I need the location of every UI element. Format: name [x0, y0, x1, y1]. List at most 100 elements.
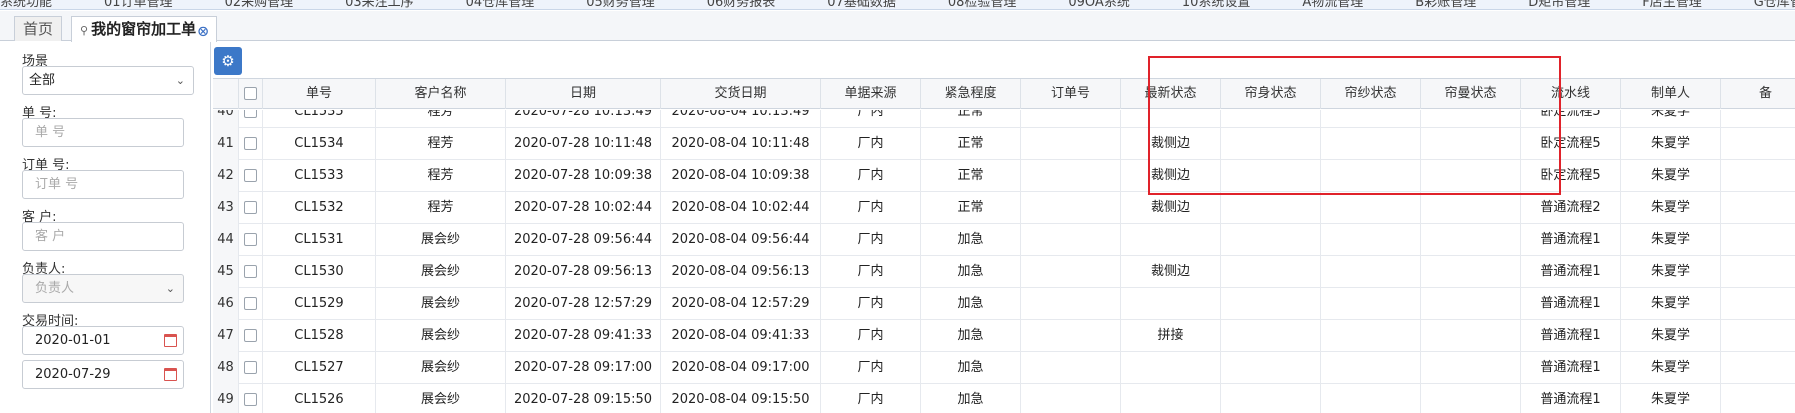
top-menu-item[interactable]: 03采注工序	[345, 0, 414, 9]
table-row[interactable]: 48 CL1527 展会纱 2020-07-28 09:17:00 2020-08-04…	[213, 352, 1795, 384]
row-checkbox-cell[interactable]	[239, 384, 263, 413]
order-no-input[interactable]: 单 号	[22, 118, 184, 147]
table-row[interactable]: 42 CL1533 程芳 2020-07-28 10:09:38 2020-08-04 …	[213, 160, 1795, 192]
top-menu-item[interactable]: 01订单管理	[104, 0, 173, 9]
top-menu-item[interactable]: 08检验管理	[948, 0, 1017, 9]
header-source[interactable]: 单据来源	[821, 79, 921, 109]
date-to-input[interactable]: 2020-07-29	[22, 360, 184, 389]
top-menu-item[interactable]: B彩账管理	[1415, 0, 1476, 9]
top-menu-item[interactable]: 02采购管理	[225, 0, 294, 9]
table-row[interactable]: 41 CL1534 程芳 2020-07-28 10:11:48 2020-08-04 …	[213, 128, 1795, 160]
header-body-status[interactable]: 帘身状态	[1221, 79, 1321, 109]
header-order-number[interactable]: 订单号	[1021, 79, 1121, 109]
top-menu-item[interactable]: 10系统设置	[1182, 0, 1251, 9]
row-checkbox[interactable]	[244, 297, 257, 310]
row-checkbox-cell[interactable]	[239, 160, 263, 192]
cell-source: 厂内	[821, 352, 921, 384]
row-checkbox[interactable]	[244, 329, 257, 342]
cell-gauze-status	[1321, 110, 1421, 128]
cell-date: 2020-07-28 09:15:50	[506, 384, 661, 413]
header-latest-status[interactable]: 最新状态	[1121, 79, 1221, 109]
top-menu-item[interactable]: G仓库管理	[1754, 0, 1795, 9]
table-row[interactable]: 45 CL1530 展会纱 2020-07-28 09:56:13 2020-08-04…	[213, 256, 1795, 288]
row-number: 46	[213, 288, 239, 320]
header-remark[interactable]: 备	[1721, 79, 1795, 109]
header-customer[interactable]: 客户名称	[376, 79, 506, 109]
cell-date: 2020-07-28 10:11:48	[506, 128, 661, 160]
tab-curtain-orders[interactable]: ⚲ 我的窗帘加工单 ⨂	[71, 16, 218, 42]
row-checkbox-cell[interactable]	[239, 288, 263, 320]
cell-latest-status	[1121, 288, 1221, 320]
table-row[interactable]: 40 CL1535 程芳 2020-07-28 10:13:49 2020-08-04 …	[213, 110, 1795, 128]
order-grid: 单号 客户名称 日期 交货日期 单据来源 紧急程度 订单号 最新状态 帘身状态 …	[213, 78, 1795, 413]
top-menu-item[interactable]: 09OA系统	[1068, 0, 1129, 9]
top-menu-item[interactable]: 07基础数据	[827, 0, 896, 9]
header-gauze-status[interactable]: 帘纱状态	[1321, 79, 1421, 109]
row-checkbox[interactable]	[244, 137, 257, 150]
header-order-no[interactable]: 单号	[263, 79, 376, 109]
row-checkbox-cell[interactable]	[239, 110, 263, 128]
cell-valance-status	[1421, 224, 1521, 256]
order-num-input[interactable]: 订单 号	[22, 170, 184, 199]
select-all-checkbox[interactable]	[244, 87, 257, 100]
top-menu-item[interactable]: D矩帘管理	[1528, 0, 1590, 9]
table-row[interactable]: 46 CL1529 展会纱 2020-07-28 12:57:29 2020-08-04…	[213, 288, 1795, 320]
cell-source: 厂内	[821, 224, 921, 256]
grid-header: 单号 客户名称 日期 交货日期 单据来源 紧急程度 订单号 最新状态 帘身状态 …	[213, 79, 1795, 109]
cell-latest-status	[1121, 352, 1221, 384]
cell-delivery-date: 2020-08-04 09:56:44	[661, 224, 821, 256]
header-creator[interactable]: 制单人	[1621, 79, 1721, 109]
row-checkbox-cell[interactable]	[239, 256, 263, 288]
close-icon[interactable]: ⨂	[198, 26, 208, 37]
top-menu-item[interactable]: A物流管理	[1302, 0, 1363, 9]
row-checkbox-cell[interactable]	[239, 320, 263, 352]
tab-home[interactable]: 首页	[14, 16, 63, 41]
cell-source: 厂内	[821, 384, 921, 413]
row-checkbox-cell[interactable]	[239, 192, 263, 224]
table-row[interactable]: 47 CL1528 展会纱 2020-07-28 09:41:33 2020-08-04…	[213, 320, 1795, 352]
row-checkbox-cell[interactable]	[239, 352, 263, 384]
row-checkbox[interactable]	[244, 201, 257, 214]
header-delivery-date[interactable]: 交货日期	[661, 79, 821, 109]
row-checkbox[interactable]	[244, 361, 257, 374]
header-date[interactable]: 日期	[506, 79, 661, 109]
row-checkbox-cell[interactable]	[239, 224, 263, 256]
manager-select[interactable]: 负责人 ⌄	[22, 274, 184, 303]
cell-valance-status	[1421, 256, 1521, 288]
calendar-icon[interactable]	[164, 334, 177, 347]
cell-order-number	[1021, 352, 1121, 384]
cell-order-number	[1021, 160, 1121, 192]
top-menu-item[interactable]: 06财务报表	[707, 0, 776, 9]
row-checkbox-cell[interactable]	[239, 128, 263, 160]
cell-order-number	[1021, 384, 1121, 413]
header-select-all[interactable]	[239, 79, 263, 109]
cell-date: 2020-07-28 12:57:29	[506, 288, 661, 320]
row-checkbox[interactable]	[244, 265, 257, 278]
header-production-line[interactable]: 流水线	[1521, 79, 1621, 109]
table-row[interactable]: 49 CL1526 展会纱 2020-07-28 09:15:50 2020-08-04…	[213, 384, 1795, 413]
cell-latest-status: 裁侧边	[1121, 128, 1221, 160]
table-row[interactable]: 43 CL1532 程芳 2020-07-28 10:02:44 2020-08-04 …	[213, 192, 1795, 224]
cell-order-number	[1021, 320, 1121, 352]
scene-select[interactable]: 全部 ⌄	[22, 66, 194, 95]
cell-body-status	[1221, 224, 1321, 256]
row-checkbox[interactable]	[244, 110, 257, 118]
cell-date: 2020-07-28 10:02:44	[506, 192, 661, 224]
cell-body-status	[1221, 352, 1321, 384]
header-valance-status[interactable]: 帘曼状态	[1421, 79, 1521, 109]
cell-latest-status: 拼接	[1121, 320, 1221, 352]
row-checkbox[interactable]	[244, 393, 257, 406]
customer-input[interactable]: 客 户	[22, 222, 184, 251]
cell-source: 厂内	[821, 320, 921, 352]
date-from-input[interactable]: 2020-01-01	[22, 326, 184, 355]
calendar-icon[interactable]	[164, 368, 177, 381]
row-checkbox[interactable]	[244, 233, 257, 246]
header-urgency[interactable]: 紧急程度	[921, 79, 1021, 109]
top-menu-item[interactable]: F店主管理	[1642, 0, 1701, 9]
row-checkbox[interactable]	[244, 169, 257, 182]
settings-button[interactable]: ⚙	[214, 47, 242, 75]
top-menu-item[interactable]: 系统功能	[0, 0, 52, 9]
table-row[interactable]: 44 CL1531 展会纱 2020-07-28 09:56:44 2020-08-04…	[213, 224, 1795, 256]
top-menu-item[interactable]: 05财务管理	[586, 0, 655, 9]
top-menu-item[interactable]: 04仓库管理	[466, 0, 535, 9]
